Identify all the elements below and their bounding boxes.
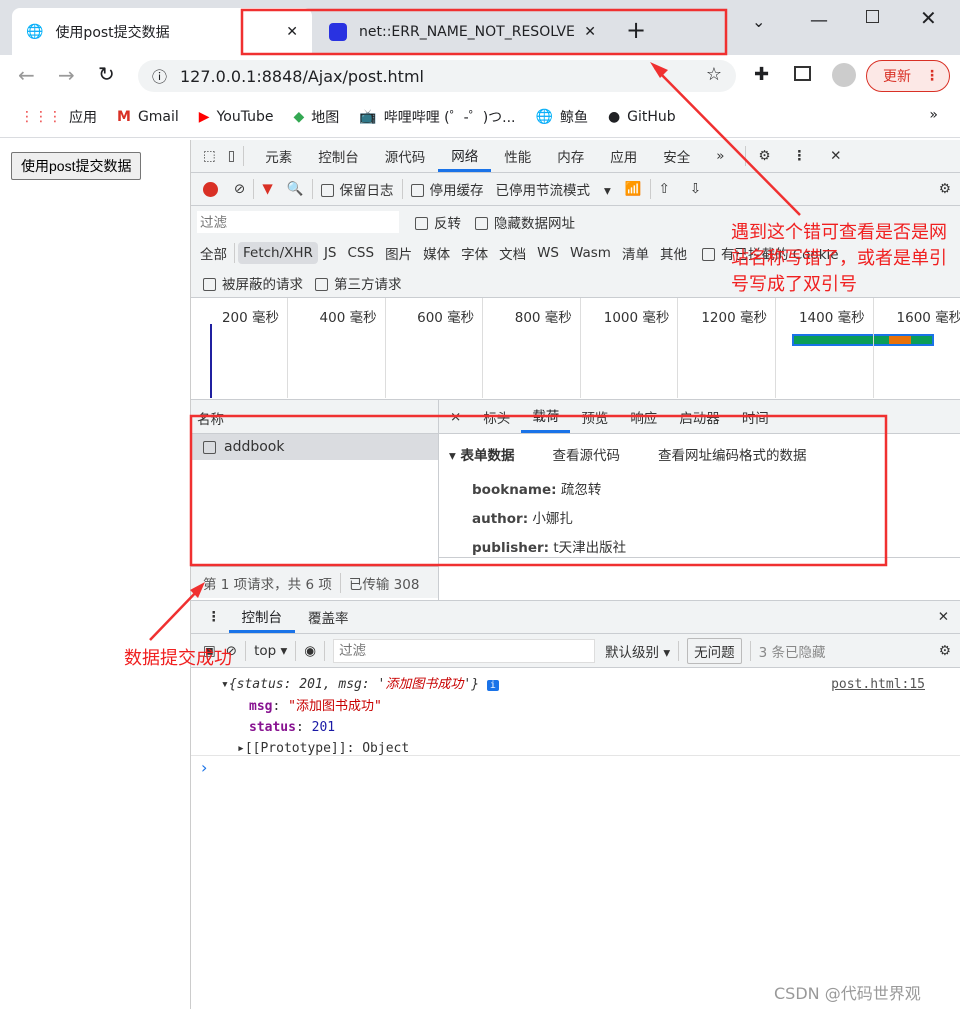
arrow-head	[650, 62, 668, 78]
annotation-overlay	[149, 8, 888, 641]
annotation-note-error: 遇到这个错可查看是否是网站名称写错了，或者是单引号写成了双引号	[731, 222, 947, 295]
annotation-note-success: 数据提交成功	[124, 648, 232, 669]
payload-highlight	[189, 414, 888, 567]
arrow-line	[149, 587, 201, 641]
error-tab-highlight	[240, 8, 728, 56]
watermark: CSDN @代码世界观	[774, 984, 921, 1003]
arrow-line	[654, 67, 801, 216]
